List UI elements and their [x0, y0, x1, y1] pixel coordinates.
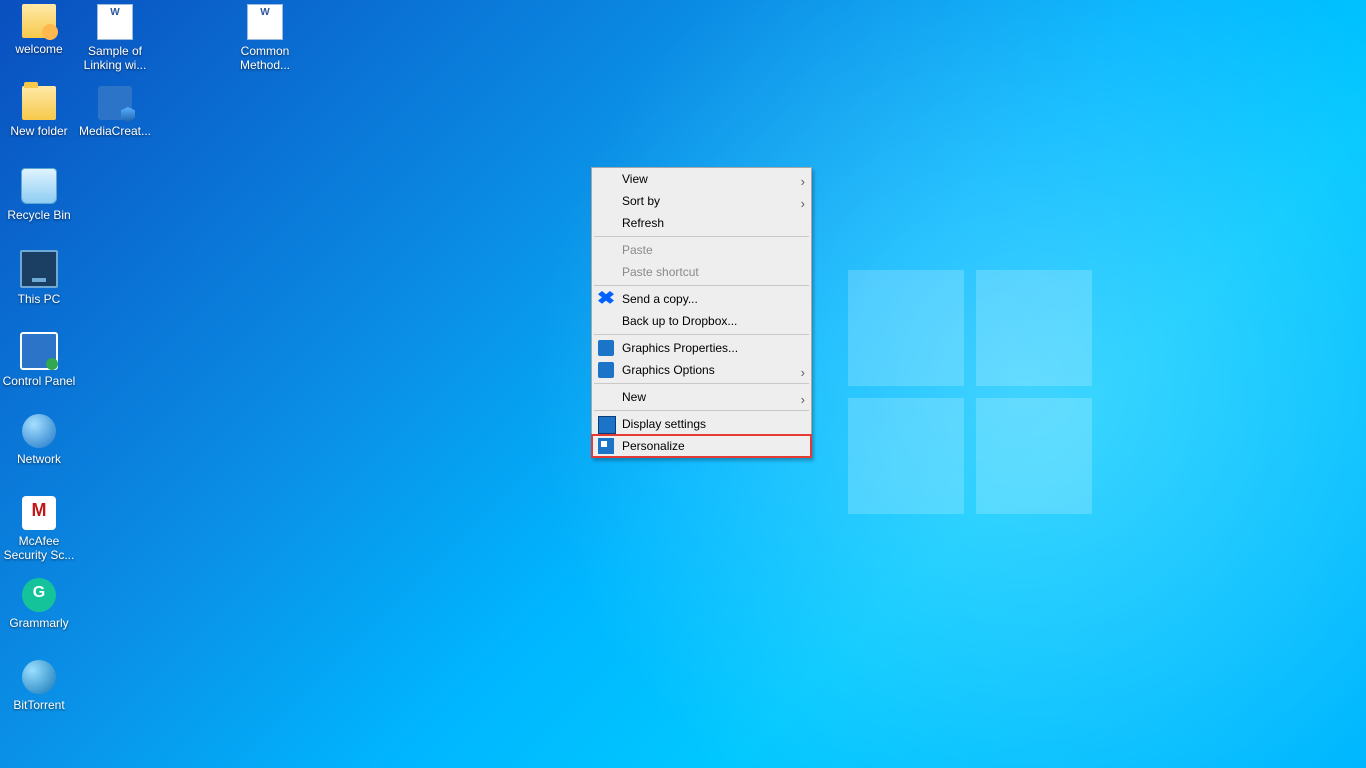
- windows-logo-wallpaper: [848, 270, 1092, 514]
- context-menu-item-sort-by[interactable]: Sort by›: [592, 190, 811, 212]
- desktop-icon-mcafee[interactable]: McAfee Security Sc...: [2, 496, 76, 562]
- desktop-icon-label: welcome: [2, 42, 76, 56]
- context-menu-item-label: Send a copy...: [622, 292, 698, 306]
- network-icon: [22, 414, 56, 448]
- desktop-icon-sample-linking[interactable]: Sample of Linking wi...: [78, 4, 152, 72]
- desktop-icon-label: Recycle Bin: [2, 208, 76, 222]
- context-menu-separator: [594, 383, 809, 384]
- context-menu-item-label: Display settings: [622, 417, 706, 431]
- chevron-right-icon: ›: [801, 389, 805, 411]
- bittorrent-icon: [22, 660, 56, 694]
- context-menu-item-personalize[interactable]: Personalize: [592, 435, 811, 457]
- context-menu-item-new[interactable]: New ›: [592, 386, 811, 408]
- context-menu-item-send-a-copy[interactable]: Send a copy...: [592, 288, 811, 310]
- media-creation-icon: [98, 86, 132, 120]
- desktop-icon-label: Sample of Linking wi...: [78, 44, 152, 72]
- context-menu-item-graphics-properties[interactable]: Graphics Properties...: [592, 337, 811, 359]
- context-menu-item-paste: Paste: [592, 239, 811, 261]
- control-panel-icon: [20, 332, 58, 370]
- welcome-icon: [22, 4, 56, 38]
- personalize-icon: [598, 438, 614, 454]
- desktop-icon-label: Network: [2, 452, 76, 466]
- context-menu-item-label: Paste shortcut: [622, 265, 699, 279]
- desktop-icon-label: Common Method...: [228, 44, 302, 72]
- context-menu-item-label: New: [622, 390, 646, 404]
- grammarly-icon: [22, 578, 56, 612]
- mcafee-icon: [22, 496, 56, 530]
- context-menu-item-back-up-to-dropbox[interactable]: Back up to Dropbox...: [592, 310, 811, 332]
- context-menu-separator: [594, 285, 809, 286]
- desktop-icon-control-panel[interactable]: Control Panel: [2, 332, 76, 388]
- desktop-icon-label: New folder: [2, 124, 76, 138]
- desktop-icon-media-creation[interactable]: MediaCreat...: [78, 86, 152, 138]
- sample-linking-icon: [97, 4, 133, 40]
- desktop-icon-bittorrent[interactable]: BitTorrent: [2, 660, 76, 712]
- context-menu-item-label: Paste: [622, 243, 653, 257]
- desktop[interactable]: welcome New folder Recycle Bin This PC Contr…: [0, 0, 1366, 768]
- context-menu-separator: [594, 334, 809, 335]
- context-menu-separator: [594, 236, 809, 237]
- desktop-context-menu: View›Sort by›RefreshPastePaste shortcutS…: [591, 167, 812, 458]
- desktop-icon-label: MediaCreat...: [78, 124, 152, 138]
- context-menu-item-label: Graphics Properties...: [622, 341, 738, 355]
- display-settings-icon: [598, 416, 616, 434]
- context-menu-item-view[interactable]: View›: [592, 168, 811, 190]
- graphics-options-icon: [598, 362, 614, 378]
- desktop-icon-label: McAfee Security Sc...: [2, 534, 76, 562]
- desktop-icon-label: Control Panel: [2, 374, 76, 388]
- context-menu-item-label: Back up to Dropbox...: [622, 314, 737, 328]
- desktop-icon-welcome[interactable]: welcome: [2, 4, 76, 56]
- new-folder-icon: [22, 86, 56, 120]
- desktop-icon-label: Grammarly: [2, 616, 76, 630]
- context-menu-item-label: Graphics Options: [622, 363, 715, 377]
- context-menu-item-graphics-options[interactable]: Graphics Options ›: [592, 359, 811, 381]
- desktop-icon-grammarly[interactable]: Grammarly: [2, 578, 76, 630]
- send-a-copy-icon: [598, 291, 614, 307]
- desktop-icon-network[interactable]: Network: [2, 414, 76, 466]
- context-menu-item-label: Sort by: [622, 194, 660, 208]
- this-pc-icon: [20, 250, 58, 288]
- desktop-icon-label: BitTorrent: [2, 698, 76, 712]
- desktop-icon-this-pc[interactable]: This PC: [2, 250, 76, 306]
- context-menu-item-label: View: [622, 172, 648, 186]
- context-menu-item-label: Personalize: [622, 439, 685, 453]
- chevron-right-icon: ›: [801, 362, 805, 384]
- desktop-icon-common-method[interactable]: Common Method...: [228, 4, 302, 72]
- desktop-icon-recycle-bin[interactable]: Recycle Bin: [2, 168, 76, 222]
- recycle-bin-icon: [21, 168, 57, 204]
- context-menu-item-refresh[interactable]: Refresh: [592, 212, 811, 234]
- context-menu-item-display-settings[interactable]: Display settings: [592, 413, 811, 435]
- context-menu-item-label: Refresh: [622, 216, 664, 230]
- graphics-properties-icon: [598, 340, 614, 356]
- common-method-icon: [247, 4, 283, 40]
- context-menu-item-paste-shortcut: Paste shortcut: [592, 261, 811, 283]
- desktop-icon-label: This PC: [2, 292, 76, 306]
- context-menu-separator: [594, 410, 809, 411]
- desktop-icon-new-folder[interactable]: New folder: [2, 86, 76, 138]
